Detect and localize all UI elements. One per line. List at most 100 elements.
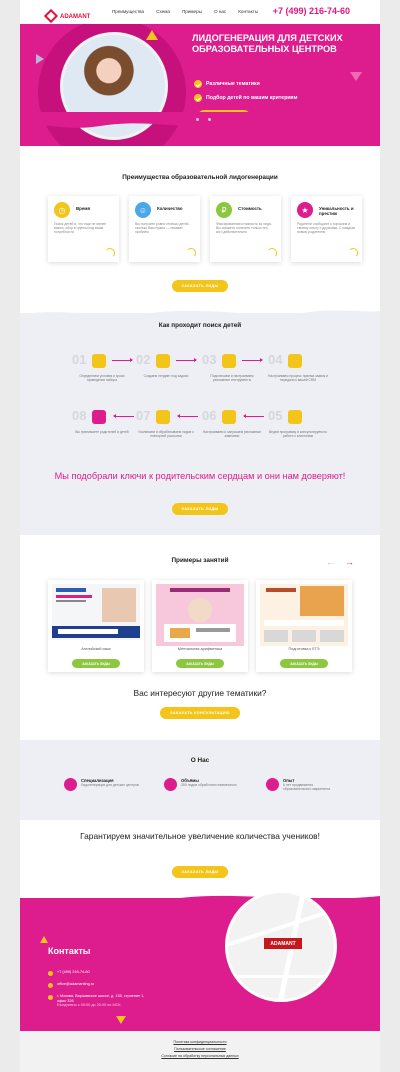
contact-address: г. Москва, Варшавское шоссе, д. 135, стр… bbox=[57, 994, 145, 1003]
step-number: 04 bbox=[268, 352, 283, 367]
example-screenshot-arithmetic bbox=[156, 584, 244, 646]
top-navigation-bar: ADAMANT MEDIA GROUP Преимущества Схема П… bbox=[20, 0, 380, 27]
nav-link-scheme[interactable]: Схема bbox=[156, 9, 170, 14]
step-text: Настраиваем процесс приема заявок и пере… bbox=[268, 374, 328, 382]
advantage-text: Родители сообщают о хорошем и своему опы… bbox=[297, 222, 355, 235]
decor-triangle bbox=[146, 30, 158, 40]
advantage-title: Время bbox=[76, 206, 91, 211]
step-text: Настраиваем и запускаем рекламные кампан… bbox=[202, 430, 262, 438]
arrow-left-icon bbox=[243, 414, 264, 418]
process-order-button[interactable]: Заказать лиды bbox=[172, 503, 228, 515]
example-order-button[interactable]: Заказать лиды bbox=[280, 659, 328, 668]
example-order-button[interactable]: Заказать лиды bbox=[176, 659, 224, 668]
step-number: 08 bbox=[72, 408, 87, 423]
guarantee-text: Гарантируем значительное увеличение коли… bbox=[80, 831, 320, 841]
about-item: Специализация Лидогенерация для детских … bbox=[64, 778, 139, 791]
decor-arc bbox=[267, 248, 277, 258]
arrow-left-icon bbox=[177, 414, 198, 418]
example-card: Английский язык Заказать лиды bbox=[48, 580, 144, 672]
about-title: О Нас bbox=[190, 757, 210, 764]
process-title: Как проходит поиск детей bbox=[158, 322, 242, 329]
decor-triangle bbox=[36, 54, 44, 64]
footer bbox=[20, 1031, 380, 1072]
guarantee-order-button[interactable]: Заказать лиды bbox=[172, 866, 228, 878]
consultation-button[interactable]: Заказать консультацию bbox=[160, 707, 240, 719]
decor-arc bbox=[186, 248, 196, 258]
step-text: Определяем условия и сроки проведения на… bbox=[79, 374, 125, 382]
user-agreement-link[interactable]: Пользовательское соглашение bbox=[20, 1047, 380, 1051]
check-icon bbox=[194, 94, 202, 102]
hero-title: ЛИДОГЕНЕРАЦИЯ ДЛЯ ДЕТСКИХ ОБРАЗОВАТЕЛЬНЫ… bbox=[192, 33, 343, 54]
arrow-right-icon bbox=[112, 358, 133, 362]
step-text: Создаем лендинг под задачи bbox=[143, 374, 189, 378]
headset-icon bbox=[288, 410, 302, 424]
target-icon bbox=[64, 778, 77, 791]
arrow-right-icon[interactable]: → bbox=[345, 557, 354, 567]
map-marker-logo[interactable]: ADAMANT bbox=[264, 938, 302, 949]
advantage-card: ☺ Количество Вы получите ровно столько д… bbox=[129, 196, 200, 262]
contact-email[interactable]: office@adamanting.ru bbox=[57, 982, 94, 987]
personal-data-consent-link[interactable]: Согласие на обработку персональных данны… bbox=[20, 1054, 380, 1058]
trophy-icon bbox=[266, 778, 279, 791]
about-item: Объёмы 300 лидов обработано ежемесячно bbox=[164, 778, 239, 791]
privacy-policy-link[interactable]: Политика конфиденциальности bbox=[20, 1040, 380, 1044]
slider-dot[interactable] bbox=[196, 118, 199, 121]
contact-hours: Ежедневно с 09:00 до 20:00 по МСК bbox=[57, 1003, 121, 1008]
examples-carousel-nav: ← → bbox=[326, 557, 354, 567]
star-icon: ★ bbox=[297, 202, 313, 218]
example-card: Подготовка к ЕГЭ Заказать лиды bbox=[256, 580, 352, 672]
contact-phone-row: +7 (499) 216-74-60 bbox=[48, 970, 90, 976]
slider-dot-active[interactable] bbox=[202, 118, 205, 121]
advantage-card: ★ Уникальность и престиж Родители сообща… bbox=[291, 196, 362, 262]
advantages-order-button[interactable]: Заказать лиды bbox=[172, 280, 228, 292]
diamond-logo-icon bbox=[43, 8, 59, 24]
hero-points: Различные тематики Подбор детей по вашим… bbox=[194, 80, 297, 108]
contacts-title: Контакты bbox=[48, 946, 91, 956]
process-section: Как проходит поиск детей bbox=[20, 313, 380, 535]
logo-text: ADAMANT bbox=[60, 14, 91, 20]
people-icon: ☺ bbox=[135, 202, 151, 218]
nav-link-advantages[interactable]: Преимущества bbox=[112, 9, 144, 14]
clock-icon: ◷ bbox=[54, 202, 70, 218]
arrow-left-icon[interactable]: ← bbox=[326, 557, 335, 567]
example-order-button[interactable]: Заказать лиды bbox=[72, 659, 120, 668]
example-caption: Подготовка к ЕГЭ bbox=[288, 647, 320, 651]
nav-link-examples[interactable]: Примеры bbox=[182, 9, 202, 14]
example-card: Ментальная арифметика Заказать лиды bbox=[152, 580, 248, 672]
hero-point-text: Различные тематики bbox=[206, 81, 260, 87]
advantages-title: Преимущества образовательной лидогенерац… bbox=[122, 174, 278, 181]
slider-dot[interactable] bbox=[208, 118, 211, 121]
step-number: 01 bbox=[72, 352, 87, 367]
family-icon bbox=[92, 410, 106, 424]
megaphone-icon bbox=[222, 410, 236, 424]
step-text: Ведем программу и консультируем по работ… bbox=[268, 430, 328, 438]
arrow-right-icon bbox=[242, 358, 263, 362]
decor-arc bbox=[348, 248, 358, 258]
advantage-title: Стоимость bbox=[238, 206, 262, 211]
advantage-text: Фиксированная стоимость за лида. Вы смож… bbox=[216, 222, 272, 235]
process-slogan: Мы подобрали ключи к родительским сердца… bbox=[54, 471, 346, 481]
header-phone[interactable]: +7 (499) 216-74-60 bbox=[273, 6, 350, 16]
step-number: 03 bbox=[202, 352, 217, 367]
hero-point-text: Подбор детей по вашим критериям bbox=[206, 95, 298, 101]
advantage-text: Вы получите ровно столько детей, сколько… bbox=[135, 222, 190, 235]
phone-icon bbox=[222, 354, 236, 368]
about-item-text: 6 лет продвижения образовательного марке… bbox=[283, 783, 331, 792]
decor-arc bbox=[105, 248, 115, 258]
advantage-card: ₽ Стоимость Фиксированная стоимость за л… bbox=[210, 196, 281, 262]
advantage-title: Количество bbox=[157, 206, 183, 211]
step-text: Подключаем и настраиваем рекламные инстр… bbox=[210, 374, 254, 382]
example-screenshot-english bbox=[52, 584, 140, 646]
step-number: 06 bbox=[202, 408, 217, 423]
nav-link-about[interactable]: О нас bbox=[214, 9, 226, 14]
contact-phone[interactable]: +7 (499) 216-74-60 bbox=[57, 970, 90, 975]
checklist-icon bbox=[92, 354, 106, 368]
step-number: 05 bbox=[268, 408, 283, 423]
nav-link-contacts[interactable]: Контакты bbox=[238, 9, 258, 14]
decor-triangle bbox=[350, 72, 362, 81]
check-icon bbox=[194, 80, 202, 88]
office-map[interactable]: ADAMANT bbox=[225, 890, 337, 1002]
phone-icon bbox=[48, 970, 53, 976]
award-icon bbox=[156, 410, 170, 424]
step-number: 02 bbox=[136, 352, 151, 367]
